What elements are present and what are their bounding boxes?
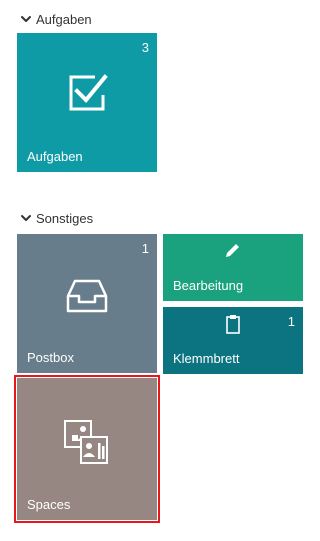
- tile-label: Bearbeitung: [173, 278, 244, 293]
- inbox-tray-icon: [66, 279, 108, 313]
- section-title: Aufgaben: [36, 11, 92, 27]
- tile-label: Aufgaben: [27, 149, 83, 164]
- chevron-down-icon: [21, 16, 31, 22]
- tile-label: Postbox: [27, 350, 74, 365]
- tile-count: 3: [141, 40, 149, 55]
- tile-bearbeitung[interactable]: Bearbeitung: [163, 234, 303, 301]
- tile-label: Klemmbrett: [173, 351, 240, 366]
- tile-aufgaben[interactable]: 3 Aufgaben: [17, 33, 157, 172]
- tile-klemmbrett[interactable]: 1 Klemmbrett: [163, 307, 303, 374]
- pencil-icon: [226, 244, 239, 257]
- section-header-sonstiges[interactable]: Sonstiges: [20, 209, 93, 227]
- tile-count: 1: [141, 241, 149, 256]
- selection-outline: [14, 375, 160, 523]
- clipboard-icon: [226, 315, 240, 334]
- checkbox-icon: [69, 74, 108, 111]
- tile-postbox[interactable]: 1 Postbox: [17, 234, 157, 373]
- tile-count: 1: [287, 314, 295, 329]
- section-header-aufgaben[interactable]: Aufgaben: [20, 10, 92, 28]
- chevron-down-icon: [21, 215, 31, 221]
- section-title: Sonstiges: [36, 210, 94, 226]
